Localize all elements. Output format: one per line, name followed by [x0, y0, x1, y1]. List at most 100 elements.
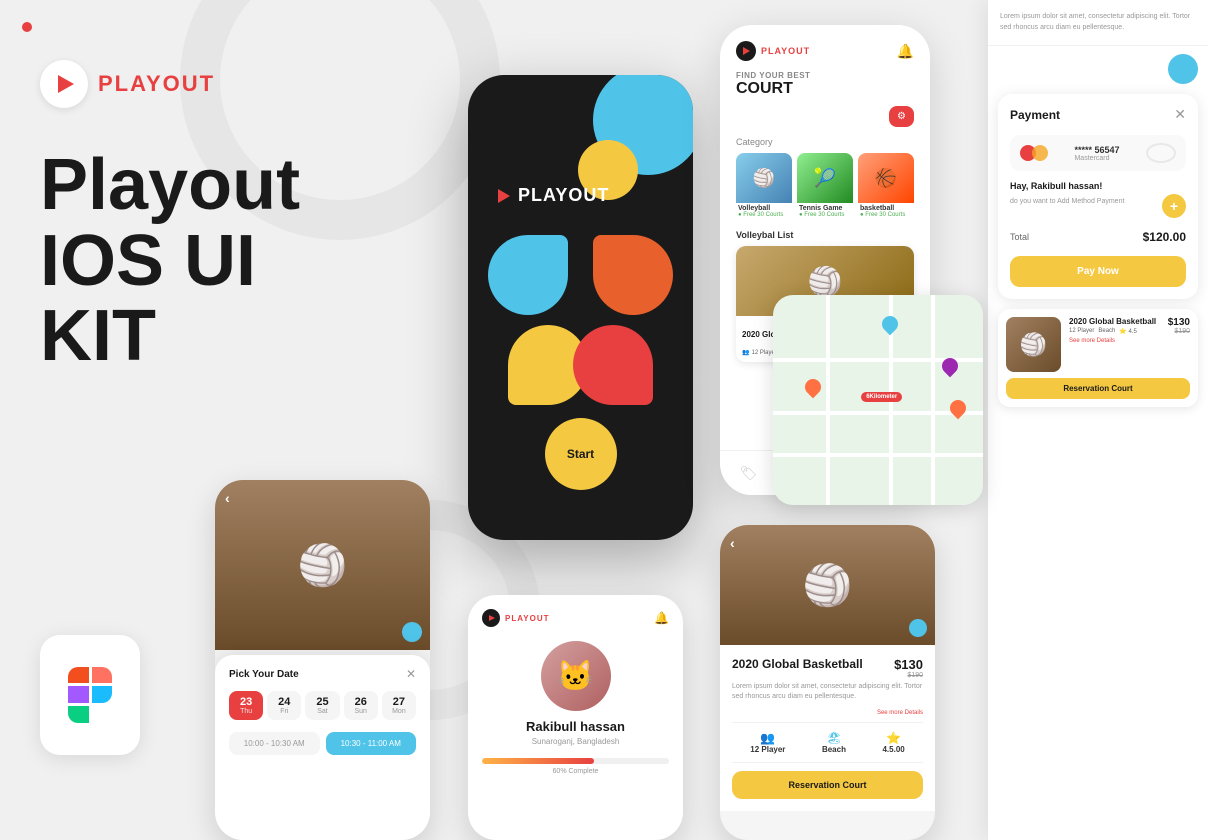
tennis-name: Tennis Game — [797, 203, 853, 212]
right-panel: Lorem ipsum dolor sit amet, consectetur … — [988, 0, 1208, 840]
volleyball-count: Free 30 Courts — [736, 212, 792, 220]
date-day-thu: Thu — [231, 708, 261, 715]
category-basketball[interactable]: 🏀 basketball Free 30 Courts — [858, 153, 914, 220]
profile-location: Sunaroganj, Bangladesh — [482, 737, 669, 746]
shape-orange — [593, 235, 673, 315]
detail-price: $130 — [894, 657, 923, 672]
map-card: 🏐 2020 Global Basketball 12 Player Beach… — [998, 309, 1198, 407]
category-row: 🏐 Volleyball Free 30 Courts 🎾 Tennis Gam… — [736, 153, 914, 220]
profile-header: PLAYOUT 🔔 — [482, 609, 669, 627]
date-sat[interactable]: 25 Sat — [305, 691, 339, 720]
card-wave — [1146, 143, 1176, 163]
time-midday[interactable]: 10:30 - 11:00 AM — [326, 732, 417, 755]
stat-players: 👥 12 Player — [750, 731, 785, 754]
date-num-23: 23 — [231, 696, 261, 708]
payment-modal: Payment ✕ ***** 56547 Mastercard Hay, Ra… — [998, 94, 1198, 299]
see-more-link[interactable]: See more Details — [732, 710, 923, 716]
total-label: Total — [1010, 232, 1029, 242]
right-top-text: Lorem ipsum dolor sit amet, consectetur … — [988, 0, 1208, 46]
rating-icon: ⭐ — [882, 731, 904, 745]
map-old-price: $190 — [1168, 328, 1190, 335]
notification-bell-icon[interactable]: 🔔 — [897, 43, 914, 60]
figma-top-right — [92, 667, 113, 684]
km-label: 6Kilometer — [861, 392, 902, 402]
add-method-button[interactable]: + — [1162, 194, 1186, 218]
left-section: PLAYOUT Playout IOS UI KIT — [40, 60, 360, 395]
filter-icon: ⚙ — [897, 111, 906, 122]
category-tennis[interactable]: 🎾 Tennis Game Free 30 Courts — [797, 153, 853, 220]
splash-brand: PLAYOUT — [498, 185, 609, 206]
reserve-button[interactable]: Reservation Court — [732, 771, 923, 799]
date-fri[interactable]: 24 Fri — [267, 691, 301, 720]
total-row: Total $120.00 — [1010, 230, 1186, 244]
hero-title: Playout IOS UI KIT — [40, 148, 360, 375]
profile-bell-icon[interactable]: 🔔 — [654, 611, 669, 625]
pay-now-button[interactable]: Pay Now — [1010, 256, 1186, 287]
picker-close-icon[interactable]: ✕ — [406, 667, 416, 681]
date-sun[interactable]: 26 Sun — [344, 691, 378, 720]
map-pin-blue — [879, 313, 902, 336]
map-pin-red — [947, 397, 970, 420]
detail-price-group: $130 $190 — [894, 657, 923, 679]
shape-blue — [488, 235, 568, 315]
profile-phone: PLAYOUT 🔔 🐱 Rakibull hassan Sunaroganj, … — [468, 595, 683, 840]
time-morning[interactable]: 10:00 - 10:30 AM — [229, 732, 320, 755]
date-mon[interactable]: 27 Mon — [382, 691, 416, 720]
date-day-sun: Sun — [346, 708, 376, 715]
figma-top-left — [68, 667, 89, 684]
date-back-icon[interactable]: ‹ — [225, 490, 230, 506]
picker-title: Pick Your Date — [229, 669, 299, 680]
category-volleyball[interactable]: 🏐 Volleyball Free 30 Courts — [736, 153, 792, 220]
splash-brand-text: PLAYOUT — [518, 185, 609, 206]
card-type: Mastercard — [1074, 155, 1119, 162]
map-card-details: 12 Player Beach ⭐ 4.5 — [1069, 328, 1160, 335]
card-details: ***** 56547 Mastercard — [1074, 145, 1119, 162]
map-players: 12 Player — [1069, 328, 1094, 335]
date-row: 23 Thu 24 Fri 25 Sat 26 Sun 27 Mon — [229, 691, 416, 720]
detail-content: 2020 Global Basketball $130 $190 Lorem i… — [720, 645, 935, 811]
nav-tag-icon[interactable]: 🏷 — [740, 465, 758, 482]
total-amount: $120.00 — [1143, 230, 1186, 244]
mastercard-icon — [1020, 143, 1048, 163]
date-day-sat: Sat — [307, 708, 337, 715]
date-thu[interactable]: 23 Thu — [229, 691, 263, 720]
date-picker-phone: ‹ 🏐 2020 Global Basketball $130 Lorem ip… — [215, 480, 430, 840]
map-card-name: 2020 Global Basketball — [1069, 317, 1160, 326]
court-play-icon — [736, 41, 756, 61]
location-icon: 🏖 — [822, 731, 846, 745]
map-reserve-btn[interactable]: Reservation Court — [1006, 378, 1190, 399]
map-see-more[interactable]: See more Details — [1069, 338, 1160, 344]
payment-header: Payment ✕ — [1010, 106, 1186, 123]
bg-dot — [22, 22, 32, 32]
splash-shapes — [488, 235, 673, 415]
detail-desc: Lorem ipsum dolor sit amet, consectetur … — [732, 682, 923, 702]
stat-rating: ⭐ 4.5.00 — [882, 731, 904, 754]
profile-brand: PLAYOUT — [482, 609, 550, 627]
mc-orange-circle — [1032, 145, 1048, 161]
date-badge — [402, 622, 422, 642]
tennis-image: 🎾 — [797, 153, 853, 203]
profile-progress-label: 60% Complete — [482, 768, 669, 775]
payment-close-icon[interactable]: ✕ — [1174, 106, 1186, 123]
detail-back-icon[interactable]: ‹ — [730, 535, 735, 551]
figma-icon — [68, 667, 112, 723]
start-button[interactable]: Start — [545, 418, 617, 490]
detail-phone: ‹ 🏐 2020 Global Basketball $130 $190 Lor… — [720, 525, 935, 840]
find-text: FIND YOUR BEST — [736, 71, 914, 80]
basketball-name: basketball — [858, 203, 914, 212]
card-row: ***** 56547 Mastercard — [1010, 135, 1186, 171]
logo-icon — [40, 60, 88, 108]
profile-avatar: 🐱 — [541, 641, 611, 711]
payment-greeting: Hay, Rakibull hassan! — [1010, 181, 1186, 191]
filter-button[interactable]: ⚙ — [889, 106, 914, 127]
stat-location-value: Beach — [822, 745, 846, 754]
tennis-count: Free 30 Courts — [797, 212, 853, 220]
splash-play-icon — [498, 189, 510, 203]
court-title: COURT — [736, 80, 914, 98]
date-num-25: 25 — [307, 696, 337, 708]
category-label: Category — [736, 137, 914, 147]
date-picker-modal: Pick Your Date ✕ 23 Thu 24 Fri 25 Sat 26… — [215, 655, 430, 840]
detail-name: 2020 Global Basketball — [732, 657, 863, 671]
volleyball-emoji: 🏐 — [298, 542, 348, 589]
detail-badge — [909, 619, 927, 637]
